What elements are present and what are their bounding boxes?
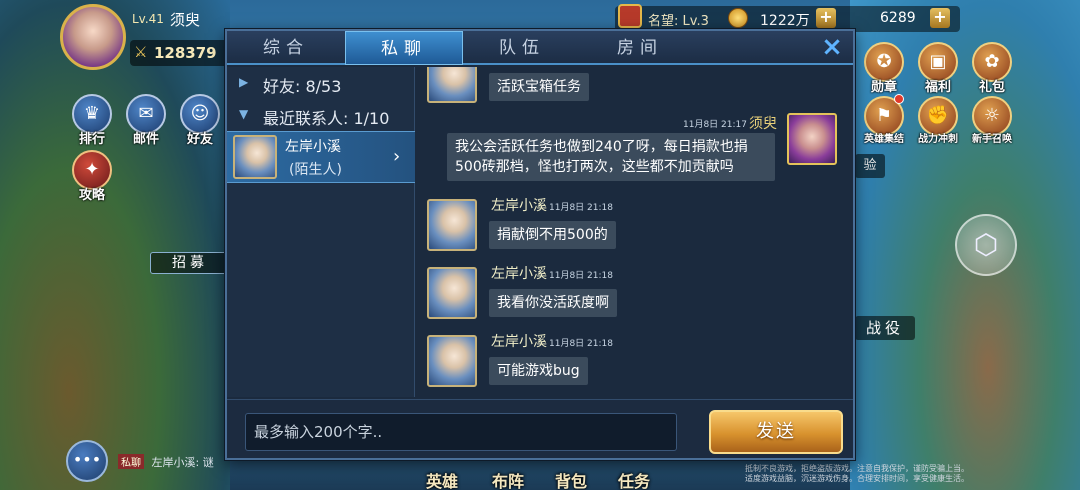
exp-tag: 验 — [855, 154, 885, 178]
nav-formation[interactable]: 布阵 — [492, 468, 524, 490]
fame-crest-icon — [618, 4, 642, 28]
coin-value: 1222万 — [760, 13, 810, 29]
recruit-tag[interactable]: 招募 — [150, 252, 230, 274]
message-sender: 须臾 — [749, 116, 777, 132]
mail-label: 邮件 — [132, 132, 159, 147]
message-bubble: 捐献倒不用500的 — [489, 221, 616, 249]
gift-pack-button[interactable]: ✿ 礼包 — [970, 42, 1014, 95]
chat-preview-text: 左岸小溪: 谜 — [151, 456, 214, 469]
welfare-button[interactable]: ▣ 福利 — [916, 42, 960, 95]
message-sender: 左岸小溪 — [491, 198, 547, 214]
message-sender: 左岸小溪 — [491, 334, 547, 350]
notification-dot — [894, 94, 904, 104]
medal-label: 勋章 — [870, 80, 897, 95]
tab-room[interactable]: 房间 — [581, 31, 699, 65]
power-value: 128379 — [154, 44, 217, 62]
tab-general[interactable]: 综合 — [227, 31, 345, 65]
close-icon[interactable]: × — [819, 34, 845, 61]
player-level: Lv.41 — [132, 12, 164, 26]
contact-name: 左岸小溪 — [285, 139, 341, 155]
player-avatar[interactable] — [60, 4, 126, 70]
message-time: 11月8日 21:17 — [683, 120, 747, 130]
message-bubble: 活跃宝箱任务 — [489, 73, 589, 101]
gift-pack-label: 礼包 — [978, 80, 1005, 95]
coin-icon — [728, 8, 748, 28]
send-button[interactable]: 发送 — [709, 410, 843, 454]
rank-label: 排行 — [78, 132, 105, 147]
message-time: 11月8日 21:18 — [549, 271, 613, 281]
fame-label: 名望: Lv.3 — [648, 14, 709, 29]
cube-icon[interactable]: ⬡ — [955, 214, 1017, 276]
chat-input[interactable]: 最多输入200个字.. — [245, 413, 677, 451]
contact-list: ▶ 好友: 8/53 ▼ 最近联系人: 1/10 左岸小溪 (陌生人) › — [227, 67, 415, 397]
tab-private[interactable]: 私聊 — [345, 31, 463, 65]
newbie-summon-button[interactable]: ☼ 新手召唤 — [970, 96, 1014, 145]
welfare-label: 福利 — [924, 80, 951, 95]
hero-gather-button[interactable]: ⚑ 英雄集结 — [862, 94, 906, 145]
chat-open-button[interactable]: ••• — [66, 440, 108, 482]
sender-avatar — [427, 199, 477, 251]
swords-icon: ⚔ — [134, 43, 148, 61]
sender-avatar — [427, 267, 477, 319]
battle-tag[interactable]: 战役 — [855, 316, 915, 340]
mail-button[interactable]: ✉ 邮件 — [124, 94, 168, 147]
chat-tabs: 综合 私聊 队伍 房间 × — [227, 31, 853, 65]
chat-channel-tag: 私聊 — [118, 454, 144, 469]
nav-bag[interactable]: 背包 — [555, 468, 587, 490]
contact-avatar — [233, 135, 277, 179]
add-coins-button[interactable]: + — [816, 8, 836, 28]
message-sender: 左岸小溪 — [491, 266, 547, 282]
friends-button[interactable]: ☺ 好友 — [178, 94, 222, 147]
medal-button[interactable]: ✪ 勋章 — [862, 42, 906, 95]
friends-group[interactable]: ▶ 好友: 8/53 — [227, 69, 415, 97]
chat-bubble-icon: ••• — [72, 450, 102, 469]
add-gems-button[interactable]: + — [930, 8, 950, 28]
guide-label: 攻略 — [78, 188, 105, 203]
self-avatar — [787, 113, 837, 165]
rank-button[interactable]: ♛ 排行 — [70, 94, 114, 147]
friends-count: 好友: 8/53 — [263, 77, 342, 96]
recent-contacts-count: 最近联系人: 1/10 — [263, 109, 390, 128]
recent-contacts-group[interactable]: ▼ 最近联系人: 1/10 — [227, 101, 415, 129]
player-name: 须臾 — [170, 11, 201, 29]
message-bubble: 我看你没活跃度啊 — [489, 289, 617, 317]
sender-avatar — [427, 335, 477, 387]
power-sprint-button[interactable]: ✊ 战力冲刺 — [916, 96, 960, 145]
message-list[interactable]: 活跃宝箱任务 11月8日 21:17 须臾 我公会活跃任务也做到240了呀，每日… — [417, 67, 853, 397]
message-time: 11月8日 21:18 — [549, 203, 613, 213]
chevron-right-icon: › — [393, 146, 401, 167]
hero-gather-label: 英雄集结 — [864, 134, 904, 145]
chat-dialog: 综合 私聊 队伍 房间 × ▶ 好友: 8/53 ▼ 最近联系人: 1/10 左… — [225, 29, 855, 460]
power-sprint-label: 战力冲刺 — [918, 134, 958, 145]
contact-status: (陌生人) — [289, 162, 342, 178]
tab-team[interactable]: 队伍 — [463, 31, 581, 65]
message-bubble: 我公会活跃任务也做到240了呀，每日捐款也捐500砖那档，怪也打两次，这些都不加… — [447, 133, 775, 181]
sender-avatar — [427, 67, 477, 103]
message-bubble: 可能游戏bug — [489, 357, 588, 385]
newbie-summon-label: 新手召唤 — [972, 134, 1012, 145]
friends-label: 好友 — [186, 132, 213, 147]
health-notice: 抵制不良游戏，拒绝盗版游戏。注意自我保护，谨防受骗上当。适度游戏益脑，沉迷游戏伤… — [745, 464, 969, 483]
message-time: 11月8日 21:18 — [549, 339, 613, 349]
expand-down-icon: ▼ — [239, 107, 249, 121]
power-display: ⚔ 128379 — [130, 40, 230, 66]
nav-task[interactable]: 任务 — [618, 468, 650, 490]
game-scene-left — [0, 0, 230, 490]
guide-button[interactable]: ✦ 攻略 — [70, 150, 114, 203]
bottom-chat-preview[interactable]: 私聊 左岸小溪: 谜 — [118, 454, 214, 470]
contact-item-selected[interactable]: 左岸小溪 (陌生人) › — [227, 131, 415, 183]
gem-value: 6289 — [880, 10, 916, 26]
nav-hero[interactable]: 英雄 — [426, 468, 458, 490]
chat-input-area: 最多输入200个字.. 发送 — [227, 399, 853, 458]
expand-right-icon: ▶ — [239, 75, 249, 89]
